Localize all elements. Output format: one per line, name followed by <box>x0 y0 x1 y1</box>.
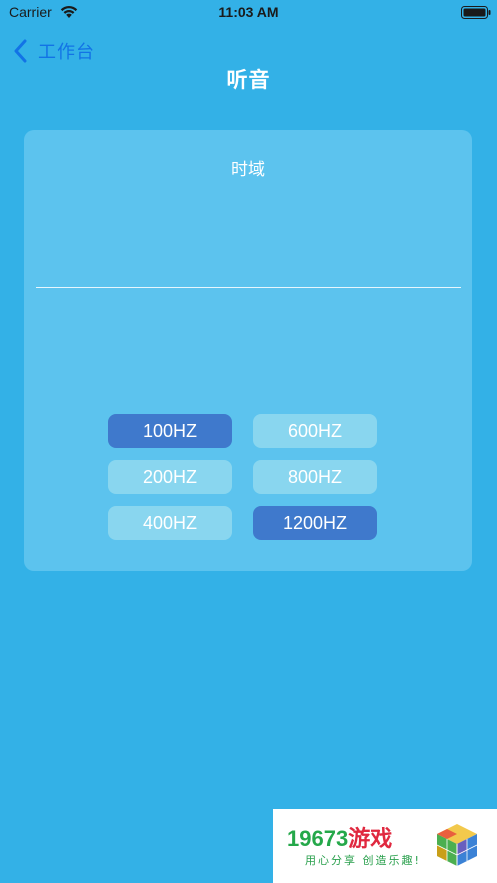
watermark-slogan: 用心分享 创造乐趣! <box>305 854 421 867</box>
waveform-baseline <box>36 287 461 288</box>
cube-logo-icon <box>436 824 478 866</box>
freq-button-label: 200HZ <box>142 466 198 487</box>
status-time: 11:03 AM <box>218 4 279 20</box>
back-button-label: 工作台 <box>38 42 95 63</box>
freq-button-label: 600HZ <box>287 420 343 441</box>
back-button[interactable]: 工作台 <box>14 38 95 64</box>
freq-button-100hz[interactable]: 100HZ <box>108 414 232 448</box>
time-domain-card: 时域 100HZ 600HZ 200HZ 800HZ 400HZ 1200HZ <box>24 130 472 571</box>
watermark-brand-cn: 游戏 <box>348 826 393 851</box>
page-title: 听音 <box>226 68 271 92</box>
watermark-logo: 19673游戏 用心分享 创造乐趣! <box>273 809 497 883</box>
card-title: 时域 <box>231 160 265 180</box>
watermark-brand: 19673游戏 <box>287 821 392 853</box>
chevron-left-icon <box>14 39 27 63</box>
status-bar: Carrier 11:03 AM <box>0 0 497 26</box>
freq-button-label: 400HZ <box>142 512 198 533</box>
watermark-brand-number: 19673 <box>287 826 349 851</box>
freq-button-800hz[interactable]: 800HZ <box>253 460 377 494</box>
freq-button-600hz[interactable]: 600HZ <box>253 414 377 448</box>
freq-button-200hz[interactable]: 200HZ <box>108 460 232 494</box>
freq-button-400hz[interactable]: 400HZ <box>108 506 232 540</box>
freq-button-label: 100HZ <box>142 420 198 441</box>
battery-icon <box>461 6 491 19</box>
freq-button-1200hz[interactable]: 1200HZ <box>253 506 377 540</box>
freq-button-label: 800HZ <box>287 466 343 487</box>
freq-button-label: 1200HZ <box>282 512 348 533</box>
